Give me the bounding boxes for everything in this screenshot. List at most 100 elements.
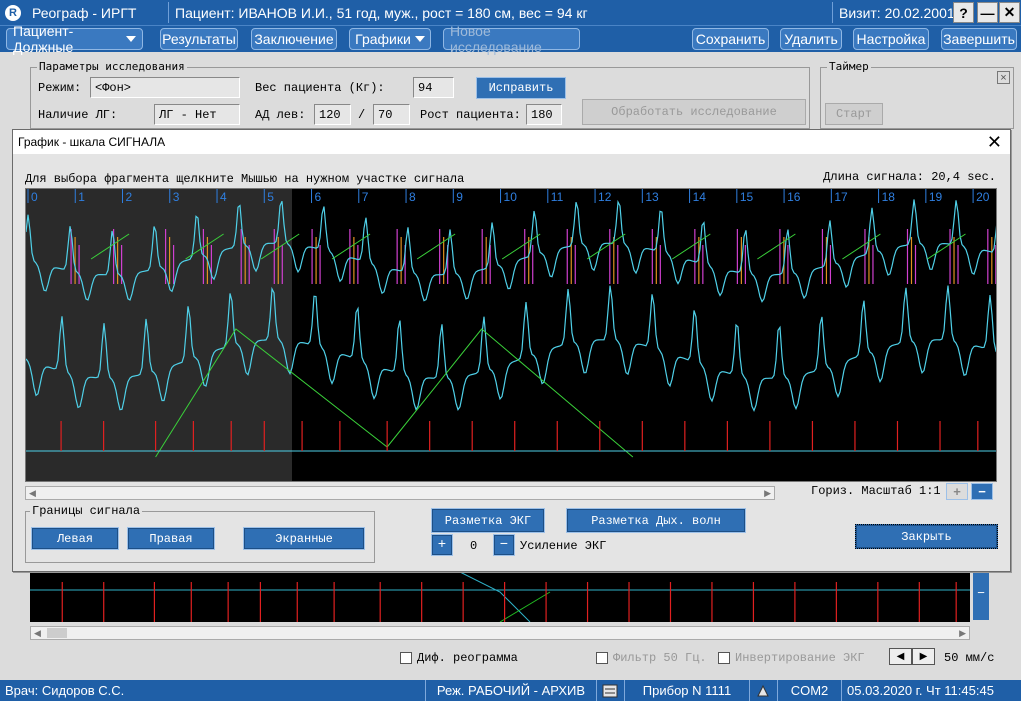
selected-fragment-region[interactable] [26,189,292,482]
device-status: Прибор N 1111 [624,680,749,701]
invert-ecg-checkbox: Инвертирование ЭКГ [718,651,865,665]
signal-bounds-label: Границы сигнала [30,504,143,518]
minimize-button[interactable]: — [977,2,998,23]
bp-sys-field[interactable]: 120 [314,104,351,125]
time-tick-label: 12 [598,190,612,204]
gain-label: Усиление ЭКГ [520,539,607,553]
time-tick-label: 11 [551,190,564,204]
left-bound-button[interactable]: Левая [31,527,119,550]
resp-markup-button[interactable]: Разметка Дых. волн [566,508,746,533]
gain-minus-button[interactable]: − [493,534,515,556]
menu-save-button[interactable]: Сохранить [692,28,769,50]
menu-graphs-button[interactable]: Графики [349,28,431,50]
signal-length: Длина сигнала: 20,4 sec. [823,170,996,184]
calculator-icon [596,680,624,701]
menu-graphs-label: Графики [355,31,411,47]
main-signal-chart[interactable] [30,572,970,622]
filter-50hz-checkbox: Фильтр 50 Гц. [596,651,707,665]
scroll-right-arrow-icon[interactable]: ▶ [764,488,771,499]
time-tick-labels: 0 1 2 3 4 5 6 7 8 9 10 11 12 13 14 15 16 17 18 19 20 [27,189,990,204]
time-tick-label: 20 [976,190,990,204]
main-signal-svg [30,572,970,622]
bp-separator: / [358,108,366,122]
zoom-minus-button[interactable]: − [971,483,993,500]
signal-chart[interactable]: 0 1 2 3 4 5 6 7 8 9 10 11 12 13 14 15 16 17 18 19 20 [25,188,997,482]
zoom-plus-button[interactable]: + [946,483,968,500]
speed-right-arrow-icon[interactable]: ▶ [912,648,935,665]
mode-field[interactable]: <Фон> [90,77,240,98]
menu-patient-label: Пациент-Должные [13,23,74,55]
scroll-thumb[interactable] [47,628,67,638]
speed-arrows: ◀ ▶ [889,648,935,665]
time-tick-label: 6 [315,190,322,204]
right-bound-button[interactable]: Правая [127,527,215,550]
height-label: Рост пациента: [420,108,521,122]
dialog-title: График - шкала СИГНАЛА [18,135,166,149]
dialog-close-icon[interactable]: ✕ [987,132,1002,153]
scroll-right-arrow-icon[interactable]: ▶ [959,628,966,639]
menu-conclusion-button[interactable]: Заключение [251,28,337,50]
time-tick-label: 17 [834,190,848,204]
lg-label: Наличие ЛГ: [38,108,118,122]
screen-bounds-button[interactable]: Экранные [243,527,365,550]
menu-patient-button[interactable]: Пациент-Должные [6,23,143,55]
timer-start-button: Старт [825,103,883,125]
time-tick-label: 13 [645,190,659,204]
invert-ecg-label: Инвертирование ЭКГ [735,651,865,665]
speed-left-arrow-icon[interactable]: ◀ [889,648,912,665]
current-datetime: 05.03.2020 г. Чт 11:45:45 [841,680,1021,701]
time-tick-label: 0 [31,190,38,204]
time-tick-label: 2 [126,190,133,204]
lg-field[interactable]: ЛГ - Нет [154,104,240,125]
slope-marker [586,233,626,260]
time-tick-label: 14 [693,190,707,204]
diff-rheogram-label: Диф. реограмма [417,651,518,665]
mode-status: Реж. РАБОЧИЙ - АРХИВ [425,680,596,701]
time-tick-label: 7 [362,190,369,204]
help-button[interactable]: ? [953,2,974,23]
selection-hint: Для выбора фрагмента щелкните Мышью на н… [25,172,465,186]
scroll-left-arrow-icon[interactable]: ◀ [34,628,41,639]
menu-results-button[interactable]: Результаты [160,28,238,50]
fix-button[interactable]: Исправить [476,77,566,99]
time-tick-label: 10 [504,190,518,204]
time-tick-label: 4 [220,190,227,204]
signal-chart-svg: 0 1 2 3 4 5 6 7 8 9 10 11 12 13 14 15 16 17 18 19 20 [26,189,996,482]
checkbox-box [596,652,608,664]
side-minus-button[interactable]: − [973,565,989,620]
doctor-name: Врач: Сидоров С.С. [5,683,125,698]
timer-group-label: Таймер [827,60,871,73]
scroll-left-arrow-icon[interactable]: ◀ [29,488,36,499]
visit-date: Визит: 20.02.2001 г. [832,2,972,23]
height-field[interactable]: 180 [526,104,562,125]
checkbox-box[interactable] [400,652,412,664]
slope-marker [927,233,966,260]
menu-settings-button[interactable]: Настройка [853,28,929,50]
filter-50hz-label: Фильтр 50 Гц. [613,651,707,665]
time-tick-label: 19 [929,190,943,204]
signal-horizontal-scrollbar[interactable]: ◀ ▶ [25,486,775,500]
ecg-markup-button[interactable]: Разметка ЭКГ [431,508,545,533]
signal-scale-dialog: График - шкала СИГНАЛА ✕ Для выбора фраг… [12,129,1011,572]
chevron-down-icon [126,36,136,42]
diff-rheogram-checkbox[interactable]: Диф. реограмма [400,651,518,665]
gain-plus-button[interactable]: + [431,534,453,556]
port-icon [749,680,777,701]
gain-value: 0 [470,539,478,553]
menu-new-study-button: Новое исследование [443,23,580,55]
time-tick-label: 3 [173,190,180,204]
main-horizontal-scrollbar[interactable]: ◀ ▶ [30,626,970,640]
app-title: Реограф - ИРГТ [32,4,137,21]
bp-dia-field[interactable]: 70 [373,104,410,125]
mode-label: Режим: [38,81,82,95]
close-dialog-button[interactable]: Закрыть [855,524,998,549]
menu-exit-button[interactable]: Завершить [941,28,1017,50]
patient-info: Пациент: ИВАНОВ И.И., 51 год, муж., рост… [168,2,832,23]
timer-close-icon[interactable]: × [997,71,1010,84]
time-tick-label: 8 [409,190,416,204]
menu-delete-button[interactable]: Удалить [780,28,842,50]
close-window-button[interactable]: ✕ [999,2,1020,23]
signal-bounds-group: Границы сигнала Левая Правая Экранные [25,504,375,563]
weight-field[interactable]: 94 [413,77,454,98]
dialog-title-bar: График - шкала СИГНАЛА ✕ [13,130,1010,154]
